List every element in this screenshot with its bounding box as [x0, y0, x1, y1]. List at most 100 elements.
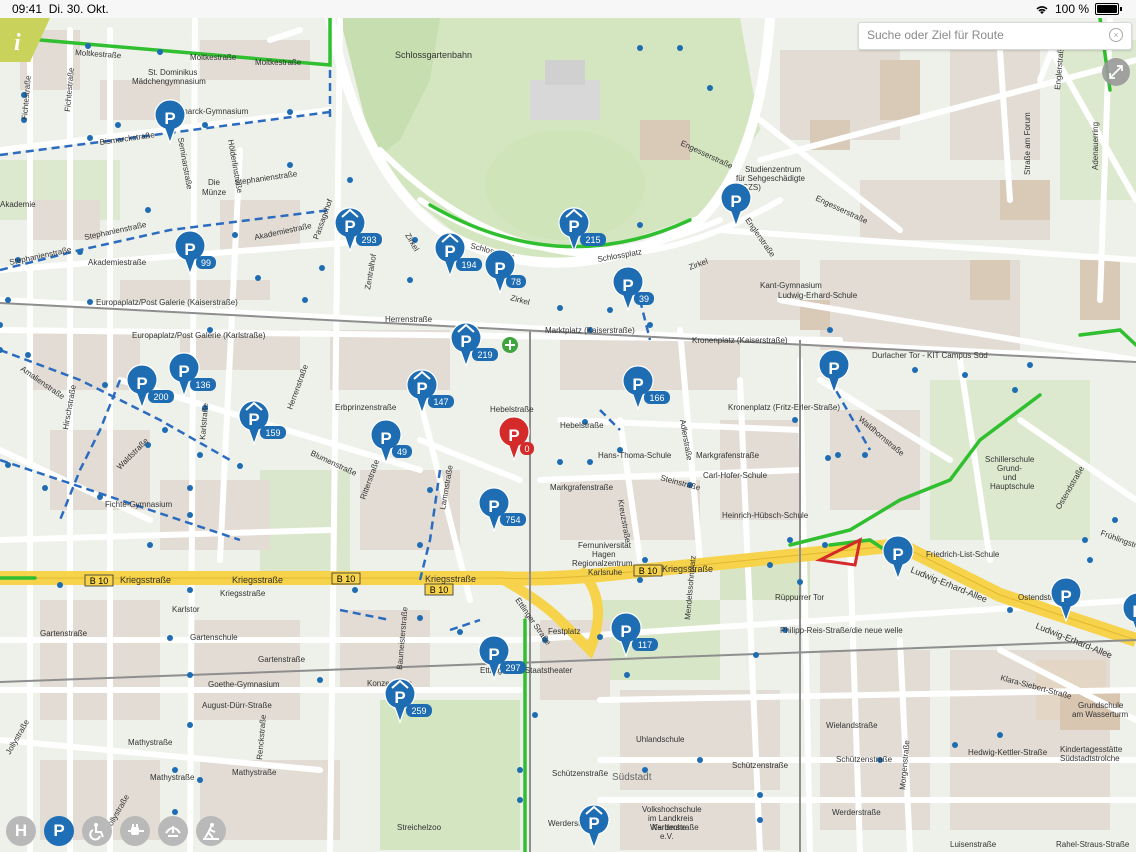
b10-shield: B 10	[639, 566, 658, 576]
map-label: Grundschule	[1078, 701, 1124, 710]
b10-shield: B 10	[337, 574, 356, 584]
map-label: Schlossgartenbahn	[395, 50, 472, 60]
construction-icon	[203, 823, 219, 840]
status-right: 100 %	[1035, 2, 1122, 16]
free-spaces-count: 297	[505, 663, 520, 673]
map-label: Akademie	[0, 200, 36, 209]
map-label: Karlstor	[172, 605, 200, 614]
parking-p-icon: P	[828, 359, 839, 378]
clear-icon[interactable]: ×	[1109, 28, 1123, 42]
map-label: Adenauerring	[1091, 122, 1100, 170]
map-label: Karlsruhe	[588, 568, 623, 577]
map-label: Friedrich-List-Schule	[926, 550, 1000, 559]
map-label: Schützenstraße	[836, 755, 893, 764]
svg-text:i: i	[14, 30, 21, 56]
map-label: Durlacher Tor - KIT Campus Süd	[872, 351, 988, 360]
map-label: Uhlandschule	[636, 735, 685, 744]
map-label: Markgrafenstraße	[550, 483, 614, 492]
map-label: Werderstraße	[832, 808, 881, 817]
map-label: Kriegsstraße	[220, 589, 266, 598]
free-spaces-count: 219	[477, 350, 492, 360]
free-spaces-count: 39	[639, 294, 649, 304]
map-label: Kronenplatz (Kaiserstraße)	[692, 336, 788, 345]
free-spaces-count: 99	[201, 258, 211, 268]
layer-charging-button[interactable]	[120, 816, 150, 846]
parking-p-icon: P	[622, 276, 633, 295]
map-label: Gartenschule	[190, 633, 238, 642]
status-time: 09:41 Di. 30. Okt.	[12, 2, 109, 16]
map-label: Europaplatz/Post Galerie (Kaiserstraße)	[96, 298, 238, 307]
expand-icon[interactable]	[1102, 58, 1130, 86]
b10-shield: B 10	[430, 585, 449, 595]
map-label: Moltkestraße	[255, 58, 302, 67]
parking-p-icon: P	[444, 242, 455, 261]
wifi-icon	[1036, 5, 1048, 14]
parking-p-icon: P	[394, 688, 405, 707]
map-label: im Landkreis	[648, 814, 693, 823]
parking-p-icon: P	[730, 192, 741, 211]
parking-p-icon: P	[178, 362, 189, 381]
free-spaces-count: 0	[524, 444, 529, 454]
parking-p-icon: P	[1060, 587, 1071, 606]
parking-p-icon: P	[488, 497, 499, 516]
map-label: Herrenstraße	[385, 315, 433, 324]
map-label: Hebelstraße	[490, 405, 534, 414]
map-label: Heinrich-Hübsch-Schule	[722, 511, 809, 520]
map-label: Schützenstraße	[552, 769, 609, 778]
parking-p-icon: P	[248, 410, 259, 429]
map-label: August-Dürr-Straße	[202, 701, 272, 710]
parking-p-icon: P	[568, 217, 579, 236]
layer-parking-button[interactable]: P	[44, 816, 74, 846]
parking-p-icon: P	[588, 814, 599, 833]
map-label: Goethe-Gymnasium	[208, 680, 280, 689]
battery-nub	[1120, 7, 1122, 11]
clock-time: 09:41	[12, 2, 43, 16]
free-spaces-count: 136	[195, 380, 210, 390]
map-label: Hauptschule	[990, 482, 1035, 491]
map-label: Straße am Forum	[1023, 112, 1032, 175]
map-label: Schillerschule	[985, 455, 1035, 464]
map-label: Akademiestraße	[88, 258, 147, 267]
clock-date: Di. 30. Okt.	[48, 2, 109, 16]
free-spaces-count: 200	[153, 392, 168, 402]
layer-construction-button[interactable]	[196, 816, 226, 846]
info-icon[interactable]: i	[0, 18, 50, 62]
parking-p-icon: P	[136, 374, 147, 393]
map-label: Kant-Gymnasium	[760, 281, 822, 290]
layer-bike-button[interactable]	[158, 816, 188, 846]
map-label: Karlsruhe	[652, 823, 687, 832]
map-label: Rahel-Straus-Straße	[1056, 840, 1130, 849]
map-label: Europaplatz/Post Galerie (Karlstraße)	[132, 331, 266, 340]
parking-p-icon: P	[416, 379, 427, 398]
battery-percent: 100 %	[1054, 2, 1089, 16]
parking-p-icon: P	[164, 109, 175, 128]
map-label: Markgrafenstraße	[696, 451, 760, 460]
free-spaces-count: 259	[411, 706, 426, 716]
map-label: e.V.	[660, 832, 674, 841]
map-label: Hans-Thoma-Schule	[598, 451, 672, 460]
map-label: Mathystraße	[232, 768, 277, 777]
map-label: Hebelstraße	[560, 421, 604, 430]
search-input[interactable]	[859, 23, 1097, 47]
map-label: Gartenstraße	[258, 655, 306, 664]
layer-accessible-button[interactable]	[82, 816, 112, 846]
map-label: Luisenstraße	[950, 840, 997, 849]
map-label: Fernuniversität	[578, 541, 632, 550]
plug-icon	[128, 824, 144, 835]
free-spaces-count: 194	[461, 260, 476, 270]
free-spaces-count: 78	[511, 277, 521, 287]
layer-h-button[interactable]: H	[6, 816, 36, 846]
parking-p-icon: P	[1132, 602, 1136, 621]
map-label: Südstadtstrolche	[1060, 754, 1120, 763]
map-label: Hagen	[592, 550, 616, 559]
map-label: Hedwig-Kettler-Straße	[968, 748, 1048, 757]
search-box[interactable]: ×	[858, 22, 1132, 50]
parking-p-icon: P	[344, 217, 355, 236]
city-map[interactable]: B 10 B 10 B 10 B 10 Moltkestraße Moltkes…	[0, 0, 1136, 852]
map-label: Studienzentrum	[745, 165, 801, 174]
free-spaces-count: 117	[638, 640, 652, 650]
map-label: Streichelzoo	[397, 823, 442, 832]
map-label: Schützenstraße	[732, 761, 789, 770]
wheelchair-icon	[89, 823, 104, 841]
map-label: Ludwig-Erhard-Schule	[778, 291, 858, 300]
